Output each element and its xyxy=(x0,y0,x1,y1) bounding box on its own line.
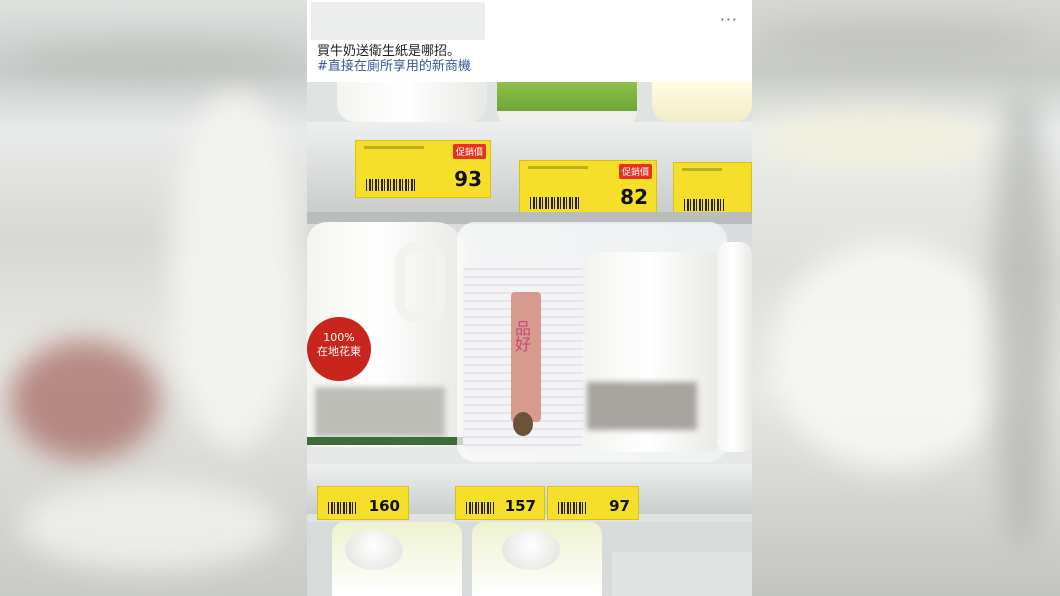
shelf-gap xyxy=(612,552,752,596)
tissue-brand: 品好 xyxy=(512,320,531,352)
barcode xyxy=(530,197,580,209)
redacted-author xyxy=(311,2,485,40)
promo-badge: 促銷價 xyxy=(452,144,486,159)
post-header: ··· 買牛奶送衛生紙是哪招。 #直接在廁所享用的新商機 xyxy=(307,0,752,82)
milk-label-line2: 在地花東 xyxy=(317,345,361,358)
post-photo[interactable]: 促銷價 93 促銷價 82 100% 在地花東 品好 160 157 97 xyxy=(307,82,752,596)
price-tag: 157 xyxy=(455,486,545,520)
tissue-package-band xyxy=(511,292,541,422)
post-caption: 買牛奶送衛生紙是哪招。 xyxy=(317,44,461,59)
bottle-cap xyxy=(345,530,403,570)
barcode xyxy=(366,179,416,191)
background-blur-left xyxy=(0,0,307,596)
milk-label-badge: 100% 在地花東 xyxy=(307,317,371,381)
price-tag: 97 xyxy=(547,486,639,520)
shrink-wrap-bundle: 品好 xyxy=(457,222,727,462)
social-post: ··· 買牛奶送衛生紙是哪招。 #直接在廁所享用的新商機 促銷價 93 促銷價 … xyxy=(307,0,752,596)
price-value: 160 xyxy=(368,497,400,515)
post-hashtag[interactable]: #直接在廁所享用的新商機 xyxy=(317,59,471,75)
barcode xyxy=(558,502,586,514)
promo-badge: 促銷價 xyxy=(618,164,652,179)
barcode xyxy=(684,199,724,211)
barcode xyxy=(328,502,356,514)
background-blur-right xyxy=(752,0,1060,596)
milk-bottle xyxy=(337,82,487,122)
price-tag: 促銷價 93 xyxy=(355,140,491,198)
price-value: 93 xyxy=(454,167,482,191)
jug-handle xyxy=(395,242,445,322)
tissue-roll: 品好 xyxy=(463,262,583,452)
redacted-label xyxy=(315,387,445,437)
milk-jug xyxy=(717,242,752,452)
price-value: 157 xyxy=(504,497,536,515)
jug-stripe xyxy=(307,437,465,445)
price-value: 82 xyxy=(620,185,648,209)
more-options-icon[interactable]: ··· xyxy=(720,10,738,30)
redacted-label xyxy=(587,382,697,430)
milk-jug: 100% 在地花東 xyxy=(307,222,465,447)
price-tag: 促銷價 82 xyxy=(519,160,657,216)
barcode xyxy=(466,502,494,514)
milk-bottle xyxy=(652,82,752,122)
bottle-cap xyxy=(502,530,560,570)
tissue-logo xyxy=(513,412,533,436)
price-value: 97 xyxy=(609,497,630,515)
milk-jug xyxy=(587,252,722,452)
milk-label-line1: 100% xyxy=(323,331,355,344)
price-tag: 160 xyxy=(317,486,409,520)
price-tag xyxy=(673,162,752,218)
